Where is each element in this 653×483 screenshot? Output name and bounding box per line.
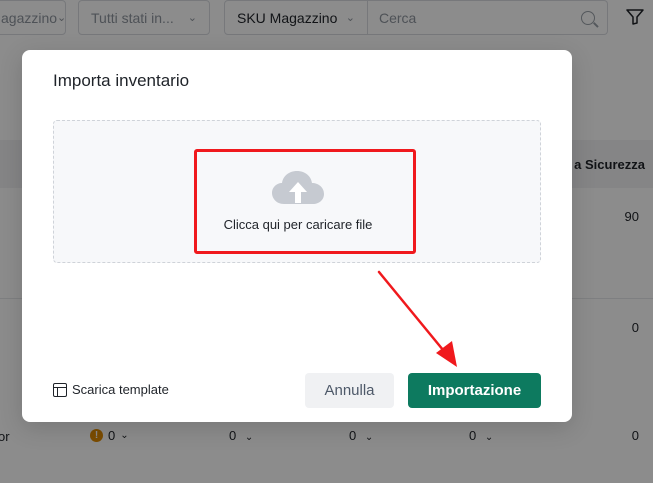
download-template-label: Scarica template	[72, 382, 169, 397]
import-button[interactable]: Importazione	[408, 373, 541, 408]
download-template-link[interactable]: Scarica template	[53, 382, 169, 397]
table-template-icon	[53, 382, 67, 397]
cancel-button[interactable]: Annulla	[305, 373, 394, 408]
highlight-box	[194, 149, 416, 254]
dialog-title: Importa inventario	[53, 71, 190, 90]
